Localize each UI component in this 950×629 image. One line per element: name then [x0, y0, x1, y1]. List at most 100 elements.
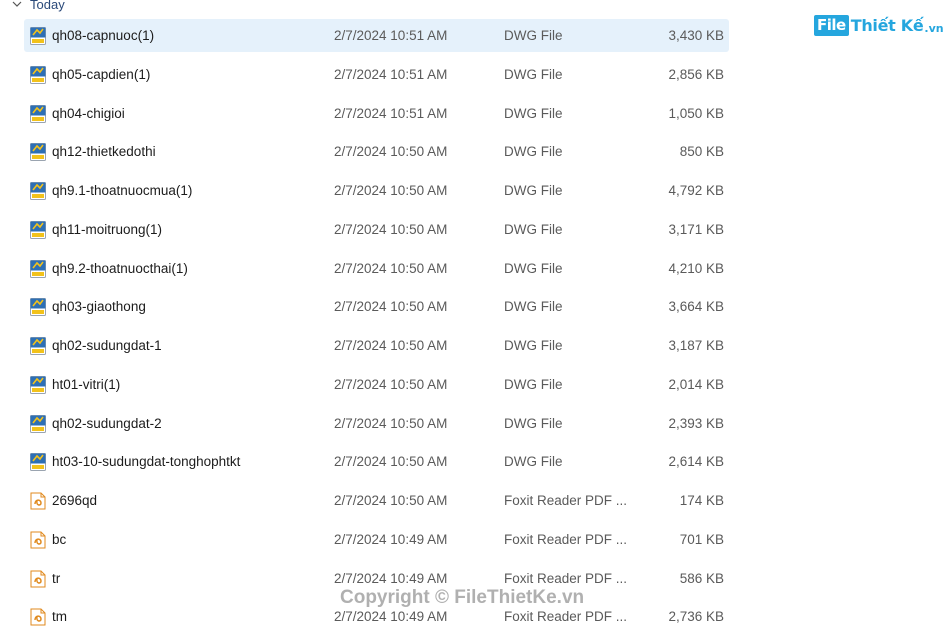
file-type: DWG File — [504, 376, 563, 392]
dwg-file-icon — [30, 337, 46, 355]
file-size: 2,014 KB — [668, 376, 724, 392]
file-name: bc — [52, 531, 67, 547]
file-row[interactable]: qh12-thietkedothi 2/7/2024 10:50 AM DWG Fi… — [24, 135, 729, 168]
file-row[interactable]: qh04-chigioi 2/7/2024 10:51 AM DWG File 1,0… — [24, 97, 729, 130]
pdf-file-icon — [30, 608, 46, 626]
file-size: 3,664 KB — [668, 299, 724, 315]
file-date-modified: 2/7/2024 10:50 AM — [334, 454, 448, 470]
file-row[interactable]: qh9.1-thoatnuocmua(1) 2/7/2024 10:50 AM DW… — [24, 174, 729, 207]
file-name: qh03-giaothong — [52, 299, 146, 315]
file-type: Foxit Reader PDF ... — [504, 531, 628, 547]
file-date-modified: 2/7/2024 10:51 AM — [334, 66, 448, 82]
file-row[interactable]: qh11-moitruong(1) 2/7/2024 10:50 AM DWG Fi… — [24, 213, 729, 246]
file-size: 4,210 KB — [668, 260, 724, 276]
file-row[interactable]: qh03-giaothong 2/7/2024 10:50 AM DWG File 3… — [24, 290, 729, 323]
file-date-modified: 2/7/2024 10:50 AM — [334, 183, 448, 198]
file-row[interactable]: qh05-capdien(1) 2/7/2024 10:51 AM DWG File… — [24, 58, 729, 91]
file-name: qh08-capnuoc(1) — [52, 28, 155, 43]
file-type: Foxit Reader PDF ... — [504, 570, 628, 586]
dwg-file-icon — [30, 220, 46, 239]
file-size: 2,856 KB — [668, 66, 724, 82]
file-row[interactable]: ht01-vitri(1) 2/7/2024 10:50 AM DWG File 2,… — [24, 368, 729, 401]
file-row[interactable]: qh9.2-thoatnuocthai(1) 2/7/2024 10:50 AM D… — [24, 252, 729, 285]
file-type: DWG File — [504, 105, 563, 121]
file-size: 2,614 KB — [668, 454, 724, 470]
dwg-file-icon — [30, 143, 46, 162]
dwg-file-icon — [30, 182, 46, 200]
file-date-modified: 2/7/2024 10:50 AM — [334, 493, 448, 508]
pdf-file-icon — [30, 570, 46, 588]
file-size: 3,171 KB — [668, 221, 724, 237]
file-date-modified: 2/7/2024 10:50 AM — [334, 376, 448, 392]
file-size: 3,187 KB — [668, 338, 724, 353]
file-name: tr — [52, 570, 61, 586]
dwg-file-icon — [30, 259, 46, 278]
dwg-file-icon — [30, 65, 46, 84]
file-name: qh9.2-thoatnuocthai(1) — [52, 260, 188, 276]
file-date-modified: 2/7/2024 10:49 AM — [334, 609, 448, 625]
dwg-file-icon — [30, 453, 46, 472]
file-date-modified: 2/7/2024 10:50 AM — [334, 415, 448, 431]
file-name: 2696qd — [52, 493, 98, 508]
file-size: 2,736 KB — [668, 609, 724, 625]
file-type: Foxit Reader PDF ... — [504, 609, 628, 625]
logo-suffix-text: .vn — [924, 21, 944, 35]
dwg-file-icon — [30, 375, 46, 394]
file-name: qh05-capdien(1) — [52, 66, 151, 82]
site-logo: File Thiết Kế .vn — [814, 15, 944, 36]
file-list: qh08-capnuoc(1) 2/7/2024 10:51 AM DWG File… — [24, 19, 729, 629]
file-date-modified: 2/7/2024 10:49 AM — [334, 570, 448, 586]
file-name: ht01-vitri(1) — [52, 376, 121, 392]
file-type: Foxit Reader PDF ... — [504, 493, 628, 508]
file-size: 174 KB — [679, 493, 724, 508]
dwg-file-icon — [30, 298, 46, 317]
file-date-modified: 2/7/2024 10:51 AM — [334, 105, 448, 121]
file-date-modified: 2/7/2024 10:50 AM — [334, 260, 448, 276]
file-name: qh02-sudungdat-1 — [52, 338, 162, 353]
file-type: DWG File — [504, 28, 563, 43]
file-type: DWG File — [504, 260, 563, 276]
file-size: 1,050 KB — [668, 105, 724, 121]
file-size: 586 KB — [679, 570, 724, 586]
file-name: tm — [52, 609, 67, 625]
file-row[interactable]: qh02-sudungdat-2 2/7/2024 10:50 AM DWG Fil… — [24, 407, 729, 440]
file-explorer-view: Today qh08-capnuoc(1) 2/7/2024 10:51 AM DW… — [0, 0, 950, 629]
file-row[interactable]: 2696qd 2/7/2024 10:50 AM Foxit Reader PDF … — [24, 484, 729, 517]
file-date-modified: 2/7/2024 10:51 AM — [334, 28, 448, 43]
file-date-modified: 2/7/2024 10:49 AM — [334, 531, 448, 547]
file-date-modified: 2/7/2024 10:50 AM — [334, 299, 448, 315]
pdf-file-icon — [30, 492, 46, 510]
group-header-today[interactable]: Today — [12, 0, 65, 12]
dwg-file-icon — [30, 104, 46, 123]
file-row[interactable]: qh08-capnuoc(1) 2/7/2024 10:51 AM DWG File… — [24, 19, 729, 52]
dwg-file-icon — [30, 414, 46, 433]
file-size: 2,393 KB — [668, 415, 724, 431]
chevron-down-icon — [12, 1, 22, 7]
file-row[interactable]: ht03-10-sudungdat-tonghophtkt 2/7/2024 10… — [24, 445, 729, 478]
file-size: 701 KB — [679, 531, 724, 547]
pdf-file-icon — [30, 531, 46, 549]
file-name: ht03-10-sudungdat-tonghophtkt — [52, 454, 241, 470]
file-row[interactable]: qh02-sudungdat-1 2/7/2024 10:50 AM DWG Fil… — [24, 329, 729, 362]
file-type: DWG File — [504, 454, 563, 470]
file-size: 4,792 KB — [668, 183, 724, 198]
file-name: qh12-thietkedothi — [52, 144, 156, 160]
logo-main-text: Thiết Kế — [850, 16, 924, 35]
file-name: qh04-chigioi — [52, 105, 125, 121]
file-date-modified: 2/7/2024 10:50 AM — [334, 144, 448, 160]
file-type: DWG File — [504, 415, 563, 431]
group-label: Today — [30, 0, 65, 12]
file-date-modified: 2/7/2024 10:50 AM — [334, 221, 448, 237]
file-type: DWG File — [504, 221, 563, 237]
copyright-watermark: Copyright © FileThietKe.vn — [340, 587, 585, 608]
file-date-modified: 2/7/2024 10:50 AM — [334, 338, 448, 353]
dwg-file-icon — [30, 27, 46, 45]
file-name: qh9.1-thoatnuocmua(1) — [52, 183, 193, 198]
file-type: DWG File — [504, 183, 563, 198]
file-name: qh02-sudungdat-2 — [52, 415, 162, 431]
file-size: 3,430 KB — [668, 28, 724, 43]
file-name: qh11-moitruong(1) — [52, 221, 163, 237]
file-type: DWG File — [504, 299, 563, 315]
file-row[interactable]: bc 2/7/2024 10:49 AM Foxit Reader PDF ... 7… — [24, 523, 729, 556]
logo-file-text: File — [814, 15, 849, 36]
